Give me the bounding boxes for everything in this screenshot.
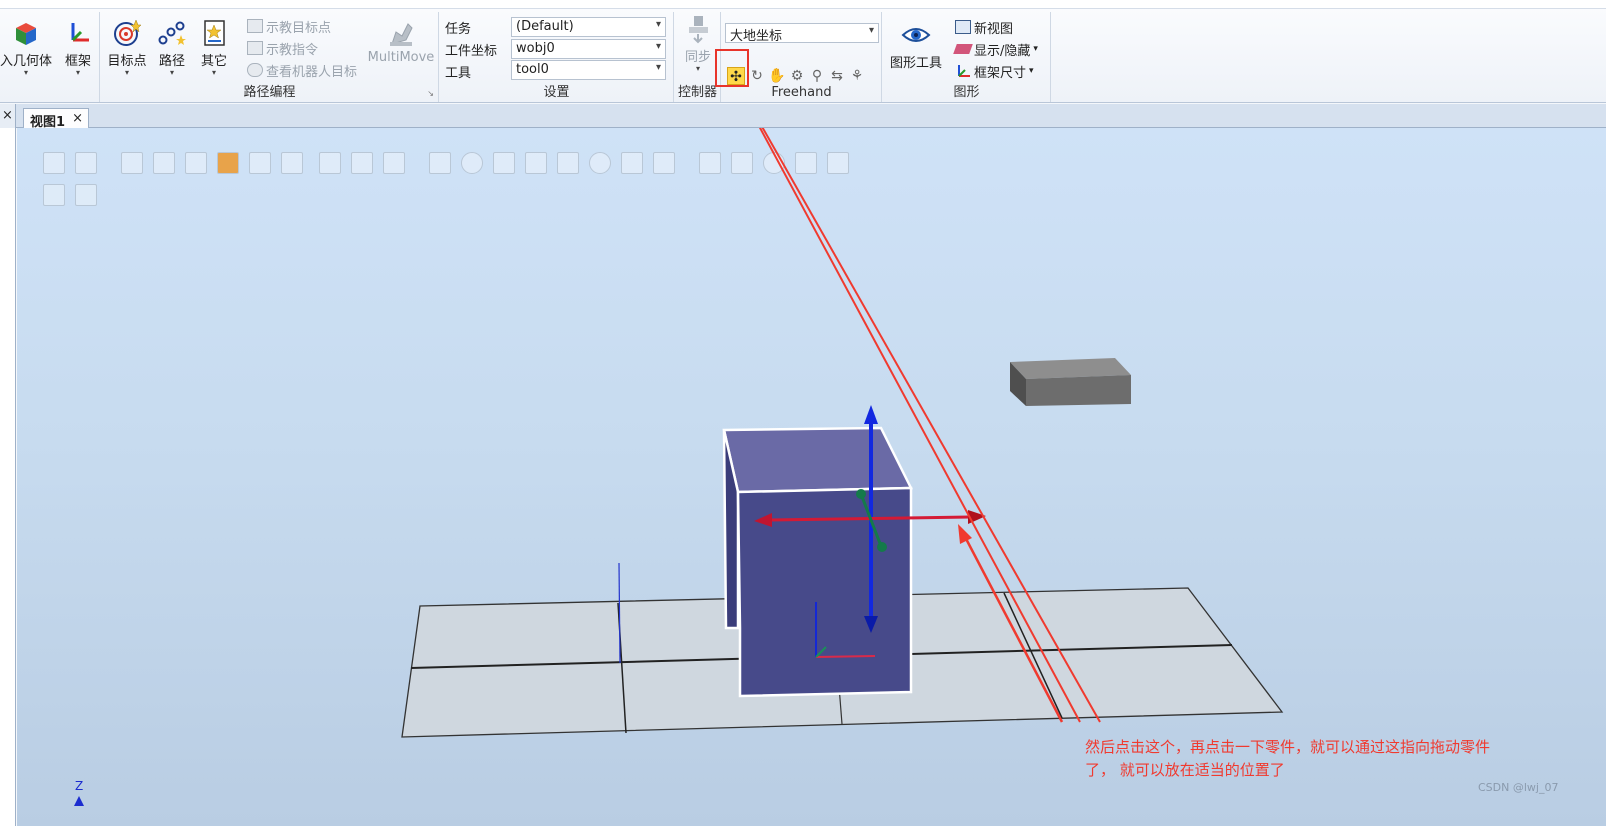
- 3d-viewport[interactable]: [17, 128, 1606, 826]
- chevron-down-icon: ▾: [211, 68, 216, 77]
- frame-icon: [71, 23, 89, 42]
- target-icon: [114, 19, 142, 46]
- sync-label: 同步: [684, 50, 711, 65]
- view-robot-target-icon: [247, 63, 263, 77]
- other-label: 其它: [200, 54, 227, 69]
- target-button[interactable]: 目标点 ▾: [105, 18, 149, 77]
- dialog-launcher-icon[interactable]: ↘: [427, 89, 434, 98]
- group-label-path-programming: 路径编程: [243, 85, 296, 100]
- jog-reorient-icon[interactable]: ⚲: [808, 67, 826, 85]
- new-view-button[interactable]: 新视图: [955, 17, 1013, 37]
- multi-robot-jog-icon[interactable]: ⇆: [828, 67, 846, 85]
- annotation-line-2: 了， 就可以放在适当的位置了: [1085, 761, 1285, 779]
- view-robot-target-button[interactable]: 查看机器人目标: [247, 60, 357, 80]
- import-geometry-label: 入几何体: [0, 54, 53, 69]
- task-select[interactable]: (Default): [511, 17, 666, 37]
- part-frame-x: [815, 655, 876, 658]
- tool-label: 工具: [445, 66, 472, 81]
- annotation-text: 然后点击这个，再点击一下零件，就可以通过这指向拖动零件 了， 就可以放在适当的位…: [1085, 736, 1555, 782]
- multimove-label: MultiMove: [367, 50, 435, 65]
- geometry-icon: [16, 23, 36, 45]
- close-icon[interactable]: ×: [0, 104, 16, 128]
- group-label-freehand: Freehand: [771, 85, 832, 100]
- group-label-graphics: 图形: [953, 85, 980, 100]
- other-icon: [204, 20, 225, 46]
- eye-icon: [901, 28, 931, 42]
- gray-part[interactable]: [1010, 358, 1131, 406]
- teach-target-button[interactable]: 示教目标点: [247, 16, 331, 36]
- group-settings: 任务 (Default) 工件坐标 wobj0 工具 tool0 设置: [440, 12, 674, 102]
- task-label: 任务: [445, 22, 472, 37]
- sync-button[interactable]: 同步 ▾: [677, 14, 719, 73]
- scene-canvas: [74, 128, 1284, 806]
- watermark: CSDN @lwj_07: [1478, 781, 1559, 794]
- tab-view1[interactable]: 视图1 ×: [23, 108, 89, 130]
- multimove-icon: [390, 23, 413, 46]
- new-view-label: 新视图: [974, 21, 1014, 37]
- graphics-tools-button[interactable]: 图形工具: [885, 20, 947, 71]
- ribbon: 入几何体 ▾ 框架 ▾ 目标点 ▾ 路径 ▾ 其它 ▾ 示教目标点 示教指令 查…: [0, 0, 1606, 103]
- chevron-down-icon: ▾: [695, 64, 700, 73]
- import-geometry-button[interactable]: 入几何体 ▾: [0, 18, 52, 77]
- tool-select[interactable]: tool0: [511, 60, 666, 80]
- chevron-down-icon: ▾: [1029, 66, 1034, 76]
- group-label-settings: 设置: [543, 85, 570, 100]
- sync-icon: [689, 16, 708, 44]
- group-label-controller: 控制器: [677, 85, 717, 100]
- frame-label: 框架: [64, 54, 91, 69]
- jog-linear-icon[interactable]: ⚙: [788, 67, 806, 85]
- jog-joint-icon[interactable]: ✋: [768, 67, 786, 85]
- target-label: 目标点: [107, 54, 147, 69]
- group-graphics: 图形工具 新视图 显示/隐藏 ▾ 框架尺寸 ▾ 图形: [883, 12, 1051, 102]
- mechanism-jog-icon[interactable]: ⚘: [848, 67, 866, 85]
- chevron-down-icon: ▾: [124, 68, 129, 77]
- multimove-button[interactable]: MultiMove: [367, 18, 435, 65]
- path-button[interactable]: 路径 ▾: [153, 18, 191, 77]
- chevron-down-icon: ▾: [23, 68, 28, 77]
- eraser-icon: [953, 44, 973, 54]
- left-pane: [0, 128, 16, 826]
- graphics-tools-label: 图形工具: [889, 56, 942, 71]
- teach-instruction-label: 示教指令: [266, 42, 319, 58]
- show-hide-label: 显示/隐藏: [974, 43, 1031, 59]
- close-icon[interactable]: ×: [72, 111, 83, 126]
- teach-instruction-icon: [247, 41, 263, 55]
- path-label: 路径: [158, 54, 185, 69]
- workobj-select[interactable]: wobj0: [511, 39, 666, 59]
- frame-button[interactable]: 框架 ▾: [60, 18, 96, 77]
- workobj-label: 工件坐标: [445, 44, 498, 59]
- rotate-tool-icon[interactable]: ↻: [748, 67, 766, 85]
- highlight-box: [715, 49, 749, 87]
- z-axis-label: Z: [75, 779, 84, 793]
- new-view-icon: [955, 20, 971, 34]
- chevron-down-icon: ▾: [1033, 44, 1038, 54]
- z-axis-arrow-icon: [74, 796, 84, 806]
- teach-target-label: 示教目标点: [266, 20, 332, 36]
- show-hide-button[interactable]: 显示/隐藏 ▾: [953, 39, 1038, 59]
- group-path-programming: 目标点 ▾ 路径 ▾ 其它 ▾ 示教目标点 示教指令 查看机器人目标 Multi…: [101, 12, 439, 102]
- other-button[interactable]: 其它 ▾: [195, 18, 233, 77]
- group-modeling: 入几何体 ▾ 框架 ▾: [0, 12, 100, 102]
- document-tab-strip: [0, 104, 1606, 128]
- chevron-down-icon: ▾: [75, 68, 80, 77]
- frame-size-icon: [958, 65, 970, 77]
- annotation-line-1: 然后点击这个，再点击一下零件，就可以通过这指向拖动零件: [1085, 738, 1491, 756]
- teach-instruction-button[interactable]: 示教指令: [247, 38, 318, 58]
- reference-frame-select[interactable]: 大地坐标: [725, 23, 879, 44]
- ribbon-tab-strip: [0, 0, 1606, 9]
- chevron-down-icon: ▾: [169, 68, 174, 77]
- teach-target-icon: [247, 19, 263, 33]
- frame-size-label: 框架尺寸: [974, 65, 1027, 81]
- view-robot-target-label: 查看机器人目标: [266, 64, 358, 80]
- path-icon: [158, 21, 186, 45]
- frame-size-button[interactable]: 框架尺寸 ▾: [955, 61, 1034, 81]
